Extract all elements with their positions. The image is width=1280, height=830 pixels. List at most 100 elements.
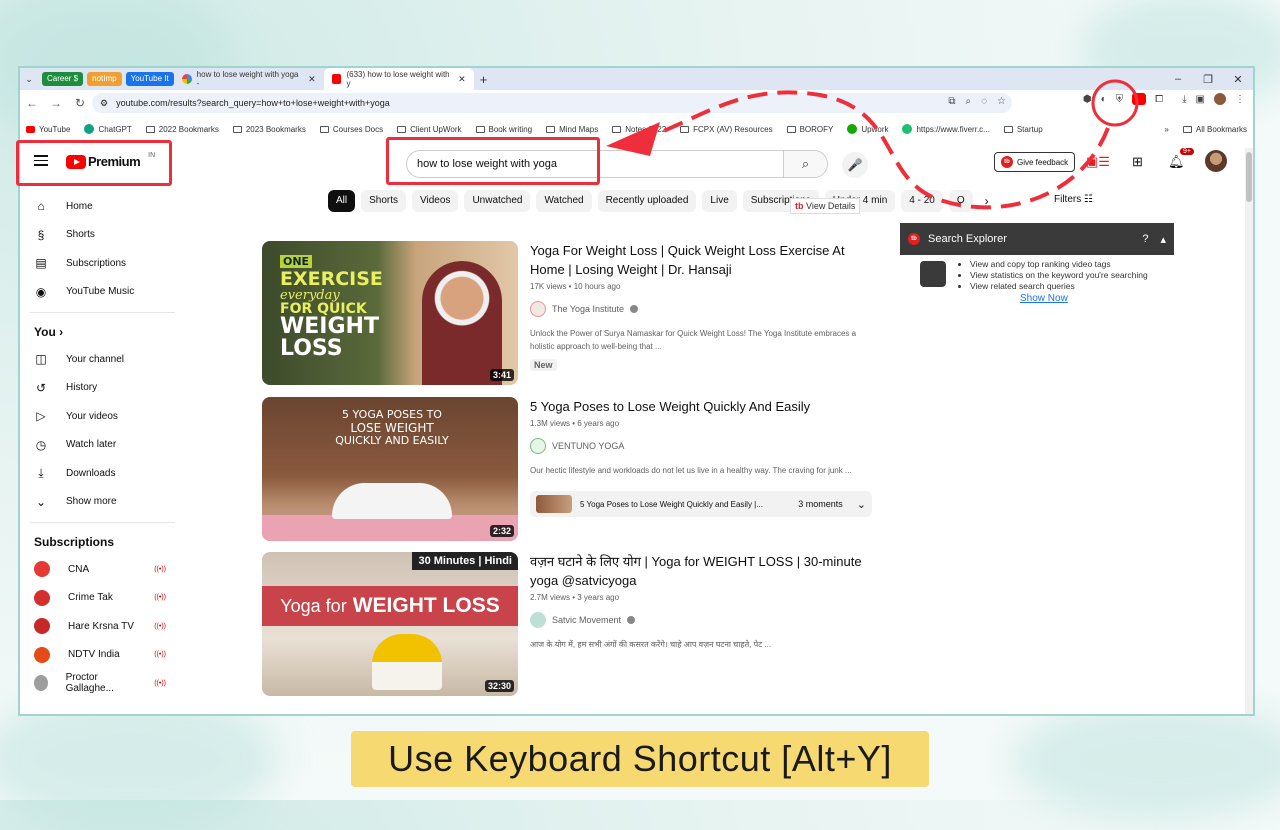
tubebuddy-extension-icon[interactable] bbox=[1132, 93, 1147, 105]
tubebuddy-menu-icon[interactable]: ▣☰ bbox=[1086, 154, 1110, 170]
chip-live[interactable]: Live bbox=[702, 190, 737, 212]
tab-search-icon[interactable]: ⌄ bbox=[20, 74, 38, 85]
sidebar-item-watch-later[interactable]: ◷ Watch later bbox=[20, 431, 180, 460]
close-icon[interactable]: ✕ bbox=[458, 74, 466, 85]
scrollbar-thumb[interactable] bbox=[1246, 152, 1252, 202]
bookmark-folder[interactable]: FCPX (AV) Resources bbox=[680, 125, 773, 134]
download-icon[interactable]: ⤓ bbox=[1182, 94, 1186, 105]
give-feedback-button[interactable]: tb Give feedback bbox=[994, 152, 1076, 172]
avatar[interactable] bbox=[1205, 150, 1227, 172]
subscription-cna[interactable]: CNA ((•)) bbox=[20, 555, 180, 584]
folder-icon bbox=[1182, 125, 1192, 133]
highlight-search bbox=[386, 137, 600, 185]
bookmark-folder[interactable]: Courses Docs bbox=[319, 125, 383, 134]
tab-group-notimp[interactable]: notImp bbox=[87, 72, 122, 86]
bookmark-fiverr[interactable]: https://www.fiverr.c... bbox=[902, 124, 990, 134]
video-title[interactable]: वज़न घटाने के लिए योग | Yoga for WEIGHT … bbox=[530, 552, 872, 590]
channel-row[interactable]: VENTUNO YOGA bbox=[530, 438, 872, 454]
profile-avatar[interactable] bbox=[1214, 93, 1226, 105]
zoom-icon[interactable]: ⌕ bbox=[965, 96, 971, 107]
you-section-header[interactable]: You › bbox=[20, 319, 180, 345]
close-icon[interactable]: ✕ bbox=[308, 74, 316, 85]
bookmark-folder[interactable]: Mind Maps bbox=[546, 125, 598, 134]
bookmark-folder[interactable]: 2023 Bookmarks bbox=[232, 125, 306, 134]
new-tab-button[interactable]: + bbox=[480, 72, 488, 87]
sidebar-item-history[interactable]: ↺ History bbox=[20, 374, 180, 403]
url-text[interactable]: youtube.com/results?search_query=how+to+… bbox=[116, 98, 390, 108]
notifications-icon[interactable]: 🔔︎ bbox=[1168, 154, 1185, 170]
extension-icon[interactable]: ⬢ bbox=[1083, 94, 1092, 105]
subscription-proctor-gallagher[interactable]: Proctor Gallaghe... ((•)) bbox=[20, 669, 180, 698]
sidebar-item-home[interactable]: ⌂ Home bbox=[20, 192, 180, 221]
forward-icon[interactable]: → bbox=[44, 96, 68, 110]
extension-icon[interactable]: ⛨ bbox=[1116, 94, 1124, 105]
bookmark-folder[interactable]: Client UpWork bbox=[397, 125, 462, 134]
install-icon[interactable]: ⧉ bbox=[948, 96, 955, 107]
chip-videos[interactable]: Videos bbox=[412, 190, 459, 212]
bookmark-folder[interactable]: 2022 Bookmarks bbox=[145, 125, 219, 134]
chip-recently-uploaded[interactable]: Recently uploaded bbox=[597, 190, 697, 212]
search-button[interactable]: ⌕ bbox=[783, 151, 827, 177]
video-thumbnail[interactable]: 30 Minutes | Hindi Yoga for WEIGHT LOSS … bbox=[262, 552, 518, 696]
chip-shorts[interactable]: Shorts bbox=[361, 190, 407, 212]
view-details-button[interactable]: tb View Details bbox=[790, 198, 861, 214]
chevron-right-icon[interactable]: › bbox=[979, 190, 995, 212]
back-icon[interactable]: ← bbox=[20, 96, 44, 110]
video-thumbnail[interactable]: ONE EXERCISE everyday FOR QUICK WEIGHT L… bbox=[262, 241, 518, 385]
show-now-link[interactable]: Show Now bbox=[1020, 293, 1068, 304]
puzzle-icon[interactable]: ⧠ bbox=[1155, 94, 1163, 105]
sidebar-item-show-more[interactable]: ⌄ Show more bbox=[20, 488, 180, 517]
tab-google-search[interactable]: how to lose weight with yoga - ✕ bbox=[174, 68, 324, 90]
bookmark-youtube[interactable]: YouTube bbox=[26, 125, 70, 134]
sidebar-item-your-videos[interactable]: ▷ Your videos bbox=[20, 402, 180, 431]
bookmark-chatgpt[interactable]: ChatGPT bbox=[84, 124, 132, 134]
chip-watched[interactable]: Watched bbox=[536, 190, 592, 212]
video-title[interactable]: 5 Yoga Poses to Lose Weight Quickly And … bbox=[530, 397, 872, 416]
sidebar-item-youtube-music[interactable]: ◉ YouTube Music bbox=[20, 278, 180, 307]
collapse-icon[interactable]: ▴ bbox=[1160, 233, 1166, 246]
sidebar-item-your-channel[interactable]: ◫ Your channel bbox=[20, 345, 180, 374]
minimize-button[interactable]: – bbox=[1163, 73, 1193, 85]
address-bar[interactable]: ⚙ youtube.com/results?search_query=how+t… bbox=[92, 93, 1012, 113]
star-icon[interactable]: ☆ bbox=[997, 96, 1006, 107]
create-icon[interactable]: ⊞ bbox=[1132, 154, 1143, 170]
key-moments[interactable]: 5 Yoga Poses to Lose Weight Quickly and … bbox=[530, 491, 872, 517]
channel-row[interactable]: Satvic Movement bbox=[530, 612, 872, 628]
search-explorer-header[interactable]: tb Search Explorer ? ▴ bbox=[900, 223, 1174, 255]
help-icon[interactable]: ? bbox=[1142, 233, 1148, 246]
all-bookmarks[interactable]: All Bookmarks bbox=[1182, 125, 1247, 134]
extension-icon[interactable]: ◐ bbox=[1101, 94, 1107, 105]
microphone-icon[interactable]: 🎤 bbox=[842, 152, 868, 178]
close-window-button[interactable]: ✕ bbox=[1223, 73, 1253, 86]
chip-over[interactable]: O bbox=[948, 190, 973, 212]
video-thumbnail[interactable]: 5 YOGA POSES TO LOSE WEIGHT QUICKLY AND … bbox=[262, 397, 518, 541]
bookmark-folder[interactable]: BOROFY bbox=[786, 125, 833, 134]
sidebar-item-shorts[interactable]: § Shorts bbox=[20, 221, 180, 250]
site-info-icon[interactable]: ⚙ bbox=[100, 98, 108, 109]
subscription-hare-krsna-tv[interactable]: Hare Krsna TV ((•)) bbox=[20, 612, 180, 641]
sidepanel-icon[interactable]: ▣ bbox=[1196, 94, 1205, 105]
scrollbar[interactable] bbox=[1245, 148, 1253, 714]
subscription-ndtv-india[interactable]: NDTV India ((•)) bbox=[20, 641, 180, 670]
subscription-crime-tak[interactable]: Crime Tak ((•)) bbox=[20, 584, 180, 613]
bookmark-folder[interactable]: Notes 2022 bbox=[612, 125, 666, 134]
eye-off-icon[interactable]: ◌ bbox=[981, 96, 987, 107]
chip-4-20[interactable]: 4 - 20 bbox=[901, 190, 943, 212]
sidebar-item-subscriptions[interactable]: ▤ Subscriptions bbox=[20, 249, 180, 278]
video-title[interactable]: Yoga For Weight Loss | Quick Weight Loss… bbox=[530, 241, 872, 279]
restore-button[interactable]: ❐ bbox=[1193, 73, 1223, 86]
bookmark-upwork[interactable]: Upwork bbox=[847, 124, 888, 134]
menu-icon[interactable]: ⋮ bbox=[1235, 94, 1245, 105]
chip-all[interactable]: All bbox=[328, 190, 356, 212]
chip-unwatched[interactable]: Unwatched bbox=[464, 190, 531, 212]
more-bookmarks-icon[interactable]: » bbox=[1164, 125, 1168, 134]
reload-icon[interactable]: ↻ bbox=[68, 96, 92, 110]
bookmark-folder[interactable]: Book writing bbox=[475, 125, 532, 134]
sidebar-item-downloads[interactable]: ⤓ Downloads bbox=[20, 459, 180, 488]
tab-group-youtube[interactable]: YouTube It bbox=[125, 72, 174, 86]
tab-youtube[interactable]: (633) how to lose weight with y ✕ bbox=[323, 68, 474, 90]
bookmark-folder[interactable]: Startup bbox=[1003, 125, 1043, 134]
tab-group-career[interactable]: Career $ bbox=[42, 72, 84, 86]
channel-row[interactable]: The Yoga Institute bbox=[530, 301, 872, 317]
filters-button[interactable]: Filters ☷ bbox=[1054, 194, 1093, 205]
